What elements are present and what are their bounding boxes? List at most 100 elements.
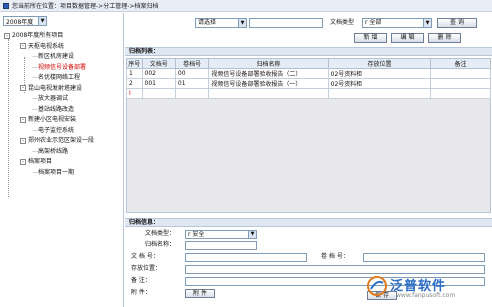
table-cell: 002 — [141, 68, 176, 79]
new-row-marker: I — [126, 88, 143, 99]
new-row[interactable]: I — [126, 88, 491, 99]
table-cell: 2 — [126, 78, 143, 89]
table-cell: 视频信号设备部署验收报告（二） — [208, 68, 329, 79]
column-header[interactable]: 备注 — [430, 58, 491, 69]
table-cell — [430, 68, 491, 79]
edit-button[interactable]: 编 辑 — [391, 33, 424, 43]
table-cell: 视频信号设备部署验收报告（一） — [208, 78, 329, 89]
doc-type-label: 文档类型： — [145, 230, 176, 237]
table-cell: 00 — [174, 68, 210, 79]
collapse-toggle-icon[interactable]: - — [20, 85, 26, 91]
category-select-value: r 全部 — [365, 19, 382, 26]
tree-node[interactable]: - 新建小区电视安装 — [20, 115, 76, 124]
year-select[interactable]: 2008年度 ▼ — [3, 16, 47, 26]
column-header[interactable]: 归档名称 — [208, 58, 329, 69]
breadcrumb-bar: 您当前所在位置：项目数据管理->分工管理->档案归档 — [0, 0, 492, 12]
chevron-down-icon[interactable]: ▼ — [248, 231, 256, 238]
vol-no-label: 卷 档 号： — [321, 253, 349, 260]
tree-node[interactable]: —放大器调试 — [32, 94, 68, 103]
tree-node[interactable]: - 郑州农业示范区架设一段 — [20, 136, 94, 145]
tree-node-label: 电子监控系统 — [38, 126, 75, 134]
table-cell — [430, 88, 491, 99]
tree-node[interactable]: - 天枢电视系统 — [20, 42, 64, 51]
brand-logo-icon — [367, 276, 387, 296]
archive-main-panel: 请选择 ▼ 文档类型 r 全部 ▼ 查 询 新 增 编 辑 删 除 归档列表： … — [125, 13, 492, 307]
tree-node[interactable]: —电子监控系统 — [32, 126, 74, 135]
chevron-down-icon[interactable]: ▼ — [38, 17, 46, 25]
chevron-down-icon[interactable]: ▼ — [238, 19, 246, 27]
tree-node-label: 基站线路改造 — [38, 105, 75, 113]
tree-node[interactable]: —视频信号设备部署 — [32, 63, 86, 72]
archive-name-input[interactable] — [185, 241, 257, 250]
tree-node[interactable]: —基站线路改造 — [32, 105, 74, 114]
query-button[interactable]: 查 询 — [437, 18, 477, 28]
table-cell — [174, 88, 210, 99]
tree-node-label: 2008年度所有项目 — [12, 32, 64, 39]
table-cell: 01 — [174, 78, 210, 89]
attachment-label: 附 件： — [131, 289, 151, 296]
search-input[interactable] — [249, 18, 323, 28]
breadcrumb: 您当前所在位置：项目数据管理->分工管理->档案归档 — [12, 3, 159, 10]
vol-no-input[interactable] — [363, 253, 485, 262]
archive-table: 序号 文档号 卷档号 归档名称 存放位置 备注 1 002 00 视频信号设备部署验收报告（二）… — [126, 58, 491, 99]
location-label: 存放位置： — [131, 265, 162, 272]
chevron-down-icon[interactable]: ▼ — [423, 19, 431, 27]
tree-node[interactable]: - 档案项目 — [20, 157, 52, 166]
brand-url: www.fanpusoft.com — [396, 292, 456, 299]
table-cell: 001 — [141, 78, 176, 89]
doc-no-label: 文 档 号： — [131, 253, 159, 260]
tree-node-label: 昆山电视发射塔建设 — [28, 84, 83, 92]
archive-form-header: 归档信息： — [125, 218, 492, 227]
tree-node[interactable]: —高架桥线路 — [32, 147, 68, 156]
table-cell — [327, 88, 432, 99]
tree-node[interactable]: -2008年度所有项目 — [4, 31, 63, 40]
tree-node[interactable]: —名优楼网络工程 — [32, 73, 80, 82]
tree-node-label: 放大器调试 — [38, 95, 69, 102]
tree-node-label: 天枢电视系统 — [28, 42, 65, 50]
filter-type-select[interactable]: 请选择 ▼ — [195, 18, 247, 28]
category-label: 文档类型 — [330, 19, 355, 26]
table-header-row: 序号 文档号 卷档号 归档名称 存放位置 备注 — [126, 58, 491, 69]
table-cell: 1 — [126, 68, 143, 79]
column-header[interactable]: 卷档号 — [174, 58, 210, 69]
location-icon — [3, 2, 9, 9]
collapse-toggle-icon[interactable]: - — [20, 116, 26, 123]
tree-node-label: 档案项目 — [28, 158, 53, 165]
doc-no-input[interactable] — [185, 253, 307, 262]
collapse-toggle-icon[interactable]: - — [20, 43, 26, 49]
tree-node-label: 档案项目一期 — [38, 168, 75, 176]
brand-watermark: 泛普软件 www.fanpusoft.com — [366, 271, 486, 303]
collapse-toggle-icon[interactable]: - — [4, 32, 10, 39]
tree-connector — [8, 39, 9, 197]
tree-node-label: 高架桥线路 — [38, 147, 69, 155]
table-cell — [430, 78, 491, 89]
archive-list-header: 归档列表： — [125, 47, 492, 56]
doc-type-value: r 安全 — [188, 231, 205, 238]
tree-node-label: 新建小区电视安装 — [28, 116, 77, 123]
archive-name-label: 归档名称： — [145, 241, 176, 248]
delete-button[interactable]: 删 除 — [428, 33, 461, 43]
column-header[interactable]: 存放位置 — [327, 58, 432, 69]
table-cell: 02号资料柜 — [327, 78, 432, 89]
tree-node-label: 新区机房建设 — [38, 53, 75, 60]
tree-node-label: 郑州农业示范区架设一段 — [28, 137, 95, 144]
column-header[interactable]: 文档号 — [141, 58, 176, 69]
collapse-toggle-icon[interactable]: - — [20, 137, 26, 144]
tree-node[interactable]: - 昆山电视发射塔建设 — [20, 84, 82, 93]
add-button[interactable]: 新 增 — [354, 33, 387, 43]
project-tree-panel: 2008年度 ▼ -2008年度所有项目 - 天枢电视系统 —新区机房建设 —视频信号设… — [0, 13, 124, 307]
table-cell — [208, 88, 329, 99]
year-select-value: 2008年度 — [6, 18, 34, 26]
collapse-toggle-icon[interactable]: - — [20, 158, 26, 165]
category-select[interactable]: r 全部 ▼ — [362, 18, 432, 28]
table-row[interactable]: 1 002 00 视频信号设备部署验收报告（二） 02号资料柜 — [126, 68, 491, 79]
tree-node-label: 名优楼网络工程 — [38, 74, 81, 81]
column-header[interactable]: 序号 — [126, 58, 143, 69]
table-row[interactable]: 2 001 01 视频信号设备部署验收报告（一） 02号资料柜 — [126, 78, 491, 89]
tree-node[interactable]: —新区机房建设 — [32, 52, 74, 61]
attachment-button[interactable]: 附 件 — [185, 289, 215, 298]
tree-node-label: 视频信号设备部署 — [38, 63, 87, 71]
doc-type-select[interactable]: r 安全 ▼ — [185, 230, 257, 239]
table-cell — [141, 88, 176, 99]
tree-node[interactable]: —档案项目一期 — [32, 168, 74, 177]
